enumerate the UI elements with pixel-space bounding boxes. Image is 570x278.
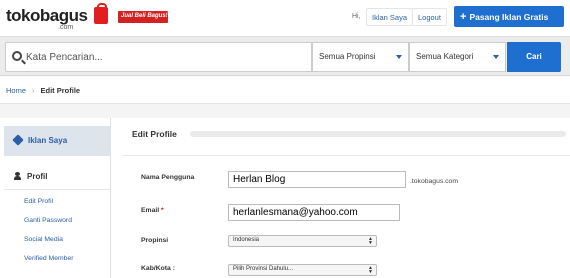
email-label-text: Email [141, 207, 160, 214]
breadcrumb-home-link[interactable]: Home [6, 86, 26, 95]
logout-link[interactable]: Logout [412, 8, 447, 26]
email-label: Email * [141, 207, 164, 214]
sidebar-profile-label: Profil [27, 172, 48, 181]
search-placeholder: Kata Pencarian... [26, 52, 103, 63]
email-field[interactable]: herlanlesmana@yahoo.com [228, 204, 400, 221]
sidebar-link-ganti-password[interactable]: Ganti Password [24, 217, 72, 224]
province-select-value: Semua Propinsi [319, 52, 376, 61]
divider [122, 155, 570, 156]
shopping-bag-icon [94, 3, 108, 24]
city-dropdown[interactable]: Pilih Provinsi Dahulu... ▲ ▼ [228, 264, 377, 276]
page-title: Edit Profile [132, 129, 177, 139]
sidebar-item-label: Iklan Saya [28, 136, 68, 145]
tokobagus-logo[interactable]: tokobagus .com [6, 3, 116, 33]
updown-arrows-icon: ▲ ▼ [368, 236, 373, 246]
category-select-value: Semua Kategori [416, 52, 474, 61]
plus-icon: + [460, 11, 467, 23]
breadcrumb-current: Edit Profile [40, 86, 81, 95]
username-label: Nama Pengguna [141, 174, 195, 181]
post-free-ad-button[interactable]: + Pasang Iklan Gratis [454, 6, 564, 27]
page-gap [0, 104, 570, 118]
breadcrumb-separator: › [32, 86, 35, 95]
sidebar-profile-heading: Profil [4, 166, 111, 190]
post-ad-label: Pasang Iklan Gratis [469, 12, 549, 22]
username-field[interactable]: Herlan Blog [228, 171, 406, 188]
province-select[interactable]: Semua Propinsi [312, 42, 409, 72]
sidebar: Iklan Saya Profil Edit Profil Ganti Pass… [4, 118, 111, 278]
username-domain-suffix: .tokobagus.com [410, 178, 458, 185]
search-bar: Kata Pencarian... Semua Propinsi Semua K… [0, 36, 570, 76]
tagline-badge: Jual Beli Bagus! [118, 11, 168, 23]
chevron-down-icon [493, 55, 499, 59]
greeting: Hi, [352, 13, 361, 20]
province-dropdown[interactable]: Indonesia ▲ ▼ [228, 235, 377, 247]
chevron-down-icon [396, 55, 402, 59]
logo-text: tokobagus [6, 6, 88, 25]
sidebar-link-verified-member[interactable]: Verified Member [24, 255, 74, 262]
required-marker: * [161, 207, 164, 214]
updown-arrows-icon: ▲ ▼ [368, 265, 373, 275]
search-input[interactable]: Kata Pencarian... [5, 42, 312, 72]
province-label: Propinsi [141, 237, 169, 244]
category-select[interactable]: Semua Kategori [409, 42, 506, 72]
city-dropdown-value: Pilih Provinsi Dahulu... [233, 266, 294, 272]
title-rule [190, 131, 566, 137]
sidebar-item-iklan-saya[interactable]: Iklan Saya [4, 126, 111, 156]
province-dropdown-value: Indonesia [233, 237, 260, 243]
iklan-saya-link[interactable]: Iklan Saya [366, 8, 414, 26]
logo-domain: .com [58, 24, 74, 31]
user-icon [14, 172, 21, 180]
sidebar-link-social-media[interactable]: Social Media [24, 236, 63, 243]
breadcrumb: Home › Edit Profile [0, 76, 570, 104]
tag-icon [12, 134, 24, 146]
sidebar-link-edit-profil[interactable]: Edit Profil [24, 198, 53, 205]
search-icon [12, 51, 22, 61]
search-button[interactable]: Cari [507, 42, 561, 72]
top-header: tokobagus .com Jual Beli Bagus! Hi, Ikla… [0, 0, 570, 36]
city-label: Kab/Kota : [141, 265, 175, 272]
